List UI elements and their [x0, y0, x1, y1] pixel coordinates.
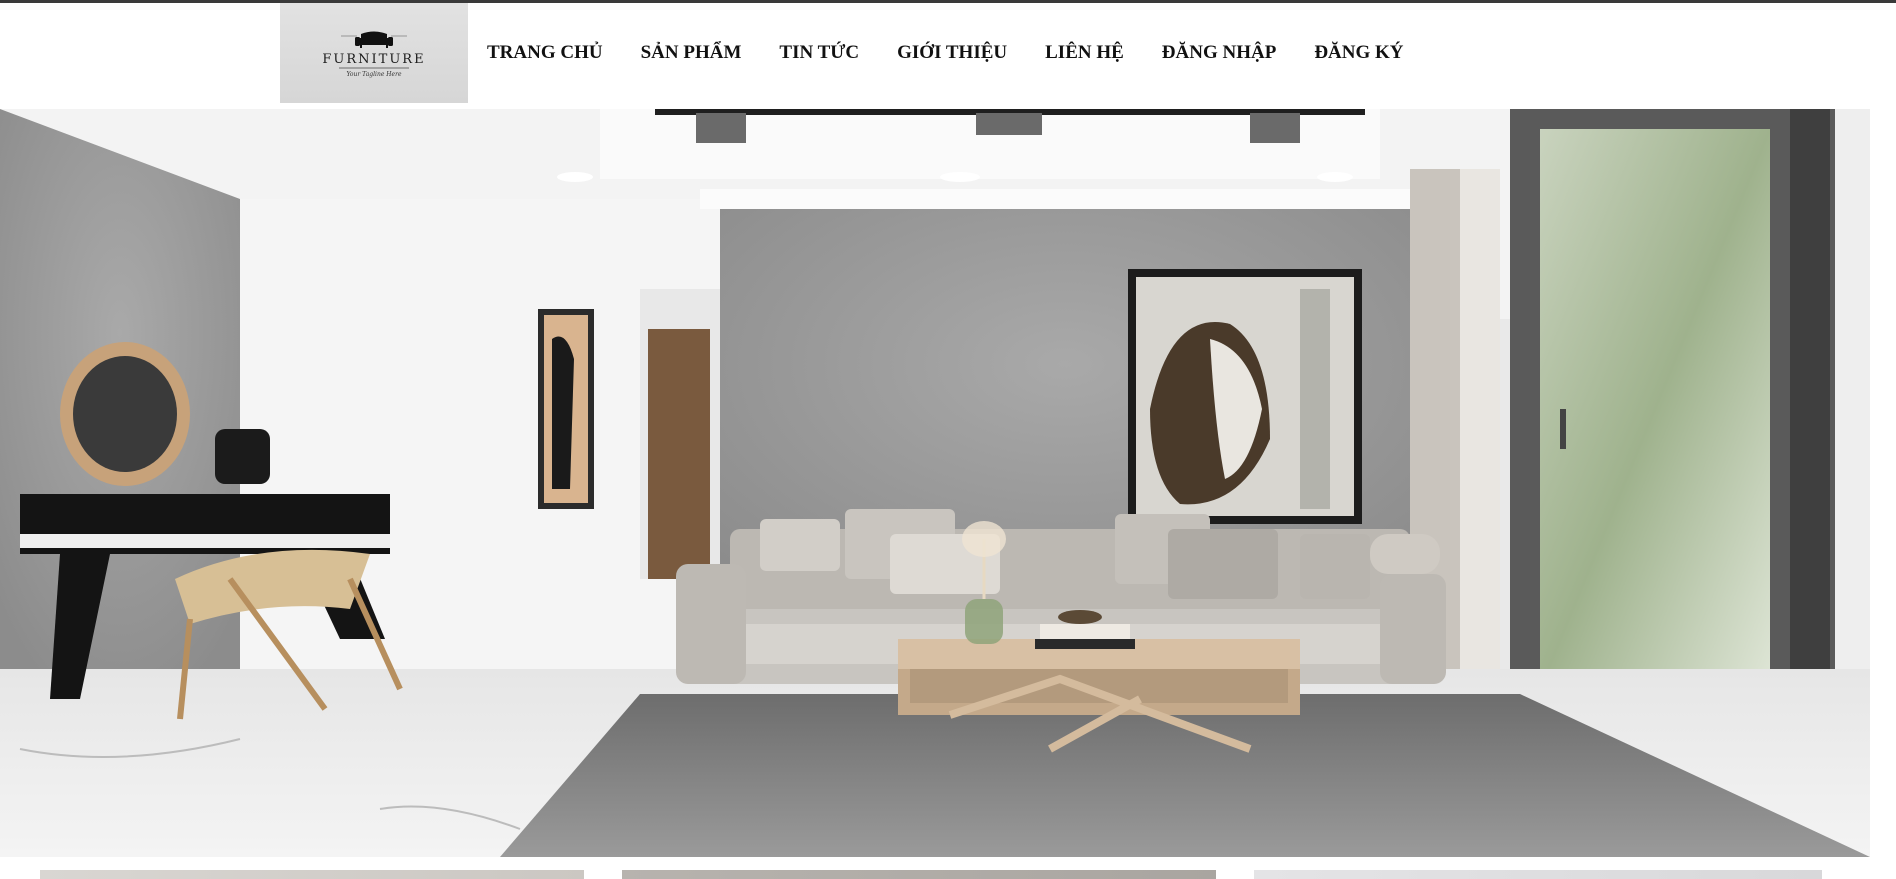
- featured-thumbnail-2[interactable]: [622, 870, 1216, 879]
- logo-divider: [339, 67, 409, 69]
- nav-item-products[interactable]: SẢN PHẨM: [622, 42, 761, 64]
- nav-item-home[interactable]: TRANG CHỦ: [468, 42, 622, 64]
- featured-thumbnail-1[interactable]: [40, 870, 584, 879]
- logo-tagline: Your Tagline Here: [346, 71, 402, 78]
- featured-thumbnail-3[interactable]: [1254, 870, 1822, 879]
- nav-item-login[interactable]: ĐĂNG NHẬP: [1143, 42, 1296, 64]
- main-nav: TRANG CHỦ SẢN PHẨM TIN TỨC GIỚI THIỆU LI…: [468, 3, 1423, 103]
- nav-item-register[interactable]: ĐĂNG KÝ: [1295, 42, 1422, 64]
- page-right-margin: [1870, 109, 1896, 879]
- living-room-illustration: [0, 109, 1870, 857]
- site-header: FURNITURE Your Tagline Here TRANG CHỦ SẢ…: [0, 3, 1896, 109]
- brand-logo[interactable]: FURNITURE Your Tagline Here: [280, 3, 468, 103]
- nav-item-about[interactable]: GIỚI THIỆU: [878, 42, 1026, 64]
- hero-banner-image: [0, 109, 1870, 857]
- logo-wordmark: FURNITURE: [322, 52, 426, 67]
- nav-item-news[interactable]: TIN TỨC: [760, 42, 878, 64]
- sofa-icon: [341, 31, 407, 48]
- nav-item-contact[interactable]: LIÊN HỆ: [1026, 42, 1143, 64]
